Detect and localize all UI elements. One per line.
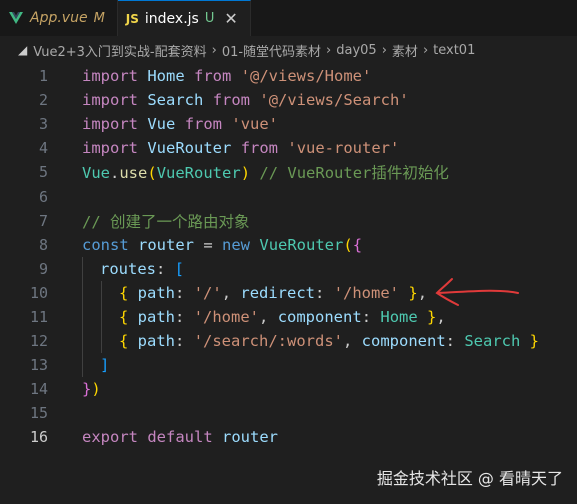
- line-number: 15: [29, 404, 48, 423]
- indent-guide: [82, 280, 83, 305]
- chevron-right-icon: ›: [422, 42, 429, 58]
- red-arrow-annotation: [435, 278, 519, 306]
- code-line: 3 import Vue from 'vue': [0, 112, 577, 136]
- line-number: 7: [38, 211, 48, 230]
- indent-guide: [101, 329, 102, 354]
- close-icon[interactable]: ✕: [224, 9, 237, 28]
- tab-app-vue[interactable]: App.vue M: [0, 0, 118, 36]
- indent-guide: [82, 304, 83, 330]
- indent-guide: [82, 329, 83, 354]
- indent-guide: [101, 280, 102, 305]
- code-line: 5 Vue.use(VueRouter) // VueRouter插件初始化: [0, 160, 577, 184]
- line-number: 6: [38, 187, 48, 206]
- code-line: 13 ]: [0, 353, 577, 378]
- code-line: 7 // 创建了一个路由对象: [0, 209, 577, 233]
- js-icon: JS: [125, 11, 139, 26]
- line-number: 3: [38, 115, 48, 134]
- line-number: 13: [29, 356, 48, 375]
- breadcrumb-item[interactable]: text01: [433, 43, 475, 58]
- tab-bar: App.vue M JS index.js U ✕: [0, 0, 577, 36]
- vue-icon: [9, 12, 23, 24]
- code-line: 16 export default router: [0, 425, 577, 449]
- breadcrumb-item[interactable]: day05: [336, 43, 376, 58]
- line-number: 8: [38, 235, 48, 254]
- line-number: 16: [29, 428, 48, 447]
- tab-label: App.vue: [30, 10, 88, 26]
- line-number: 11: [29, 307, 48, 326]
- code-line: 2 import Search from '@/views/Search': [0, 88, 577, 112]
- tab-label: index.js: [144, 10, 199, 27]
- line-number: 5: [38, 163, 48, 182]
- line-number: 9: [38, 259, 48, 278]
- indent-guide: [82, 256, 83, 281]
- code-line: 12 { path: '/search/:words', component: …: [0, 329, 577, 354]
- line-number: 10: [29, 283, 48, 302]
- folder-icon: ◢: [18, 43, 28, 57]
- line-number: 12: [29, 332, 48, 351]
- breadcrumb-item[interactable]: 01-随堂代码素材: [222, 41, 321, 60]
- line-number: 4: [38, 139, 48, 158]
- chevron-right-icon: ›: [326, 42, 332, 58]
- line-number: 1: [38, 67, 48, 86]
- modified-badge: M: [93, 10, 105, 26]
- code-line: 8 const router = new VueRouter({: [0, 233, 577, 257]
- chevron-right-icon: ›: [381, 42, 387, 58]
- watermark: 掘金技术社区 @ 看晴天了: [376, 469, 563, 488]
- code-line: 6: [0, 184, 577, 208]
- breadcrumb: ◢ Vue2+3入门到实战-配套资料 › 01-随堂代码素材 › day05 ›…: [0, 36, 577, 64]
- code-line: 1 import Home from '@/views/Home': [0, 64, 577, 88]
- chevron-right-icon: ›: [211, 42, 217, 58]
- code-line: 14 }): [0, 377, 577, 401]
- line-number: 2: [38, 91, 48, 110]
- untracked-badge: U: [204, 11, 215, 26]
- tab-index-js[interactable]: JS index.js U ✕: [117, 0, 251, 36]
- code-line: 4 import VueRouter from 'vue-router': [0, 136, 577, 160]
- code-line: 15: [0, 401, 577, 425]
- breadcrumb-item[interactable]: 素材: [392, 41, 418, 60]
- indent-guide: [82, 353, 83, 378]
- indent-guide: [101, 304, 102, 330]
- code-editor[interactable]: 1 import Home from '@/views/Home' 2 impo…: [0, 64, 577, 450]
- line-number: 14: [29, 380, 48, 399]
- breadcrumb-item[interactable]: Vue2+3入门到实战-配套资料: [33, 41, 206, 60]
